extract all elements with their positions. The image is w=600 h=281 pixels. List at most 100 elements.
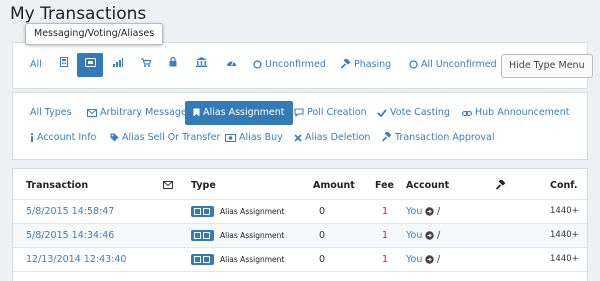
type-data-button[interactable] [224,53,238,77]
transaction-date-link[interactable]: 5/8/2015 14:58:47 [26,206,114,217]
type-payment-button[interactable] [57,53,71,77]
account-suffix: / [437,254,441,265]
subtype-alias-sell-button[interactable]: Alias Sell Or Transfer [110,126,220,150]
bookmark-icon [193,101,200,125]
subtype-vote-casting-label: Vote Casting [390,107,450,118]
transaction-date-link[interactable]: 12/13/2014 12:43:40 [26,254,126,265]
subtype-vote-casting-button[interactable]: Vote Casting [377,101,450,125]
type-menu-panel: All Unconfirmed Phasing All Unconfirmed … [12,42,593,89]
tag-icon [110,126,119,150]
transaction-fee: 1 [382,254,389,265]
subtype-alias-buy-button[interactable]: Alias Buy [225,126,283,150]
subtype-alias-assignment-label: Alias Assignment [203,107,285,118]
type-all-button[interactable]: All [30,53,42,77]
arrow-circle-icon [425,255,434,267]
row-divider [13,271,587,272]
transaction-fee: 1 [382,206,389,217]
subtype-account-info-button[interactable]: Account Info [30,126,96,150]
dashboard-icon [226,59,237,70]
column-header-confirmations[interactable]: Conf. [550,180,577,191]
column-header-fee[interactable]: Fee [375,180,394,191]
table-row: 5/8/2015 14:34:46 Alias Assignment 0 1 Y… [13,224,587,247]
type-monetary-button[interactable] [194,53,208,77]
type-messaging-button[interactable] [77,53,103,77]
arrow-circle-icon [425,207,434,219]
lock-icon [169,56,177,70]
circle-icon [253,53,262,77]
account-suffix: / [437,206,441,217]
table-row: 5/8/2015 14:58:47 Alias Assignment 0 1 Y… [13,200,587,223]
transaction-amount: 0 [319,254,326,265]
alias-assignment-icon [191,230,214,241]
column-header-amount[interactable]: Amount [313,180,355,191]
transaction-type: Alias Assignment [220,207,285,216]
subtype-alias-deletion-button[interactable]: Alias Deletion [294,126,370,150]
envelope-icon [87,101,97,125]
subtype-arbitrary-message-button[interactable]: Arbitrary Message [87,101,187,125]
account-link[interactable]: You [406,230,422,241]
subtype-alias-sell-label: Alias Sell Or Transfer [122,132,221,143]
x-icon [294,126,302,150]
page-title: My Transactions [10,4,147,24]
type-all-unconfirmed-label: All Unconfirmed [421,59,497,70]
check-icon [377,101,387,125]
transaction-amount: 0 [319,230,326,241]
subtype-all-button[interactable]: All Types [30,101,72,125]
arrow-circle-icon [425,231,434,243]
subtype-hub-announcement-label: Hub Announcement [475,107,570,118]
message-box-icon [84,58,96,70]
money-icon [225,126,236,150]
subtype-transaction-approval-button[interactable]: Transaction Approval [381,126,495,150]
subtype-hub-announcement-button[interactable]: Hub Announcement [462,101,570,125]
transaction-fee: 1 [382,230,389,241]
confirmations: 1440+ [550,206,579,216]
hide-type-menu-button[interactable]: Hide Type Menu [501,54,593,78]
subtype-all-label: All Types [30,107,72,118]
type-all-unconfirmed-button[interactable]: All Unconfirmed [409,53,497,77]
subtype-alias-deletion-label: Alias Deletion [305,132,371,143]
link-icon [462,101,472,125]
account-suffix: / [437,230,441,241]
column-header-type[interactable]: Type [191,180,216,191]
alias-assignment-icon [191,254,214,265]
type-unconfirmed-button[interactable]: Unconfirmed [253,53,326,77]
signal-bars-icon [113,58,123,70]
transactions-table: Transaction Type Amount Fee Account Conf… [12,168,588,281]
bank-icon [195,57,207,70]
subtype-arbitrary-message-label: Arbitrary Message [100,107,187,118]
subtype-alias-assignment-button[interactable]: Alias Assignment [185,101,293,125]
column-header-transaction[interactable]: Transaction [26,180,88,191]
envelope-icon [163,181,173,192]
subtype-menu-panel: All Types Arbitrary Message Alias Assign… [12,92,588,160]
account-link[interactable]: You [406,254,422,265]
tooltip: Messaging/Voting/Aliases [25,23,164,45]
subtype-poll-creation-button[interactable]: Poll Creation [294,101,367,125]
confirmations: 1440+ [550,254,579,264]
chat-icon [294,101,304,125]
calculator-icon [60,57,68,70]
gavel-icon [495,178,506,193]
subtype-account-info-label: Account Info [37,132,97,143]
type-phasing-button[interactable]: Phasing [340,53,392,77]
transaction-date-link[interactable]: 5/8/2015 14:34:46 [26,230,114,241]
confirmations: 1440+ [550,230,579,240]
type-unconfirmed-label: Unconfirmed [265,59,326,70]
type-all-label: All [30,59,42,70]
subtype-poll-creation-label: Poll Creation [307,107,367,118]
transaction-type: Alias Assignment [220,255,285,264]
circle-icon [409,53,418,77]
transaction-amount: 0 [319,206,326,217]
type-trading-button[interactable] [111,53,125,77]
type-marketplace-button[interactable] [140,53,152,77]
table-row: 12/13/2014 12:43:40 Alias Assignment 0 1… [13,248,587,271]
shopping-cart-icon [141,58,152,70]
type-phasing-label: Phasing [354,59,392,70]
subtype-alias-buy-label: Alias Buy [239,132,283,143]
transaction-type: Alias Assignment [220,231,285,240]
account-link[interactable]: You [406,206,422,217]
type-leasing-button[interactable] [167,53,179,77]
subtype-transaction-approval-label: Transaction Approval [395,132,495,143]
alias-assignment-icon [191,206,214,217]
column-header-account[interactable]: Account [406,180,449,191]
gavel-icon [381,126,392,150]
